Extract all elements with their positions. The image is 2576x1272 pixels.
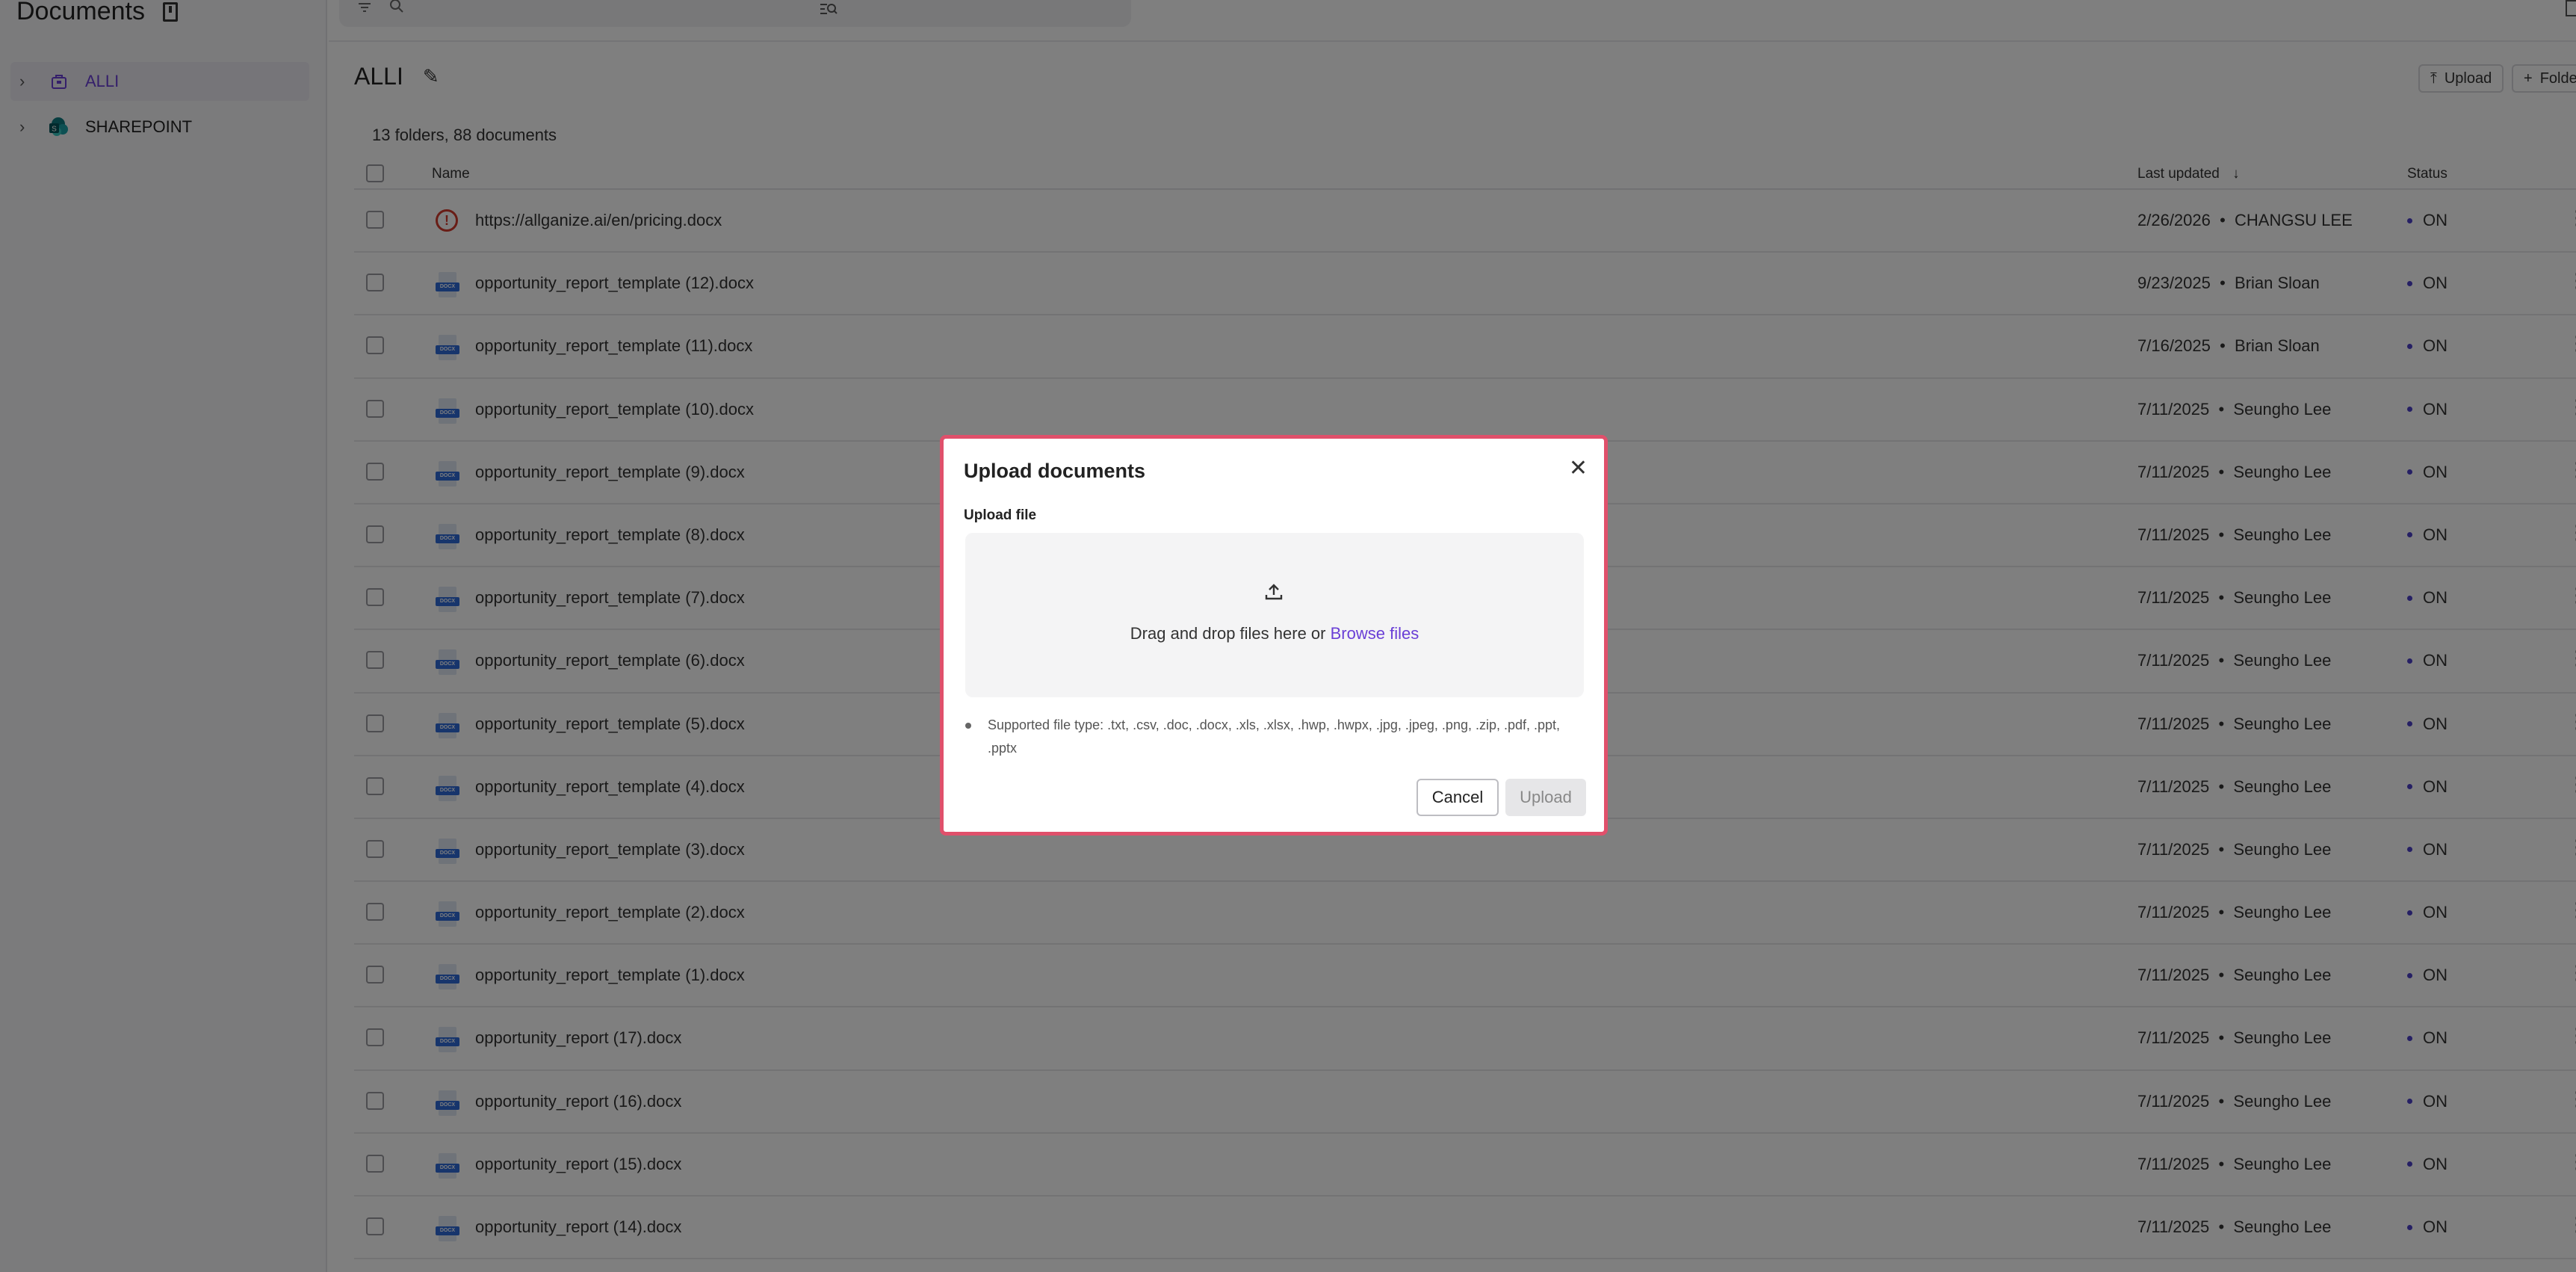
- drop-instruction: Drag and drop files here or: [1130, 624, 1326, 643]
- upload-confirm-button[interactable]: Upload: [1505, 779, 1586, 816]
- upload-file-label: Upload file: [964, 507, 1037, 523]
- supported-file-types: Supported file type: .txt, .csv, .doc, .…: [965, 714, 1584, 760]
- browse-files-link[interactable]: Browse files: [1331, 624, 1419, 643]
- cancel-button[interactable]: Cancel: [1417, 779, 1499, 816]
- close-icon[interactable]: ✕: [1569, 455, 1588, 481]
- upload-icon: [1264, 582, 1284, 605]
- app-root: Documents › ALLI › S SHAREPOINT: [0, 0, 2576, 1272]
- dropzone-text: Drag and drop files here or Browse files: [965, 624, 1584, 643]
- file-dropzone[interactable]: Drag and drop files here or Browse files: [965, 533, 1584, 697]
- dialog-title: Upload documents: [964, 460, 1146, 482]
- upload-documents-dialog: Upload documents ✕ Upload file Drag and …: [940, 435, 1608, 836]
